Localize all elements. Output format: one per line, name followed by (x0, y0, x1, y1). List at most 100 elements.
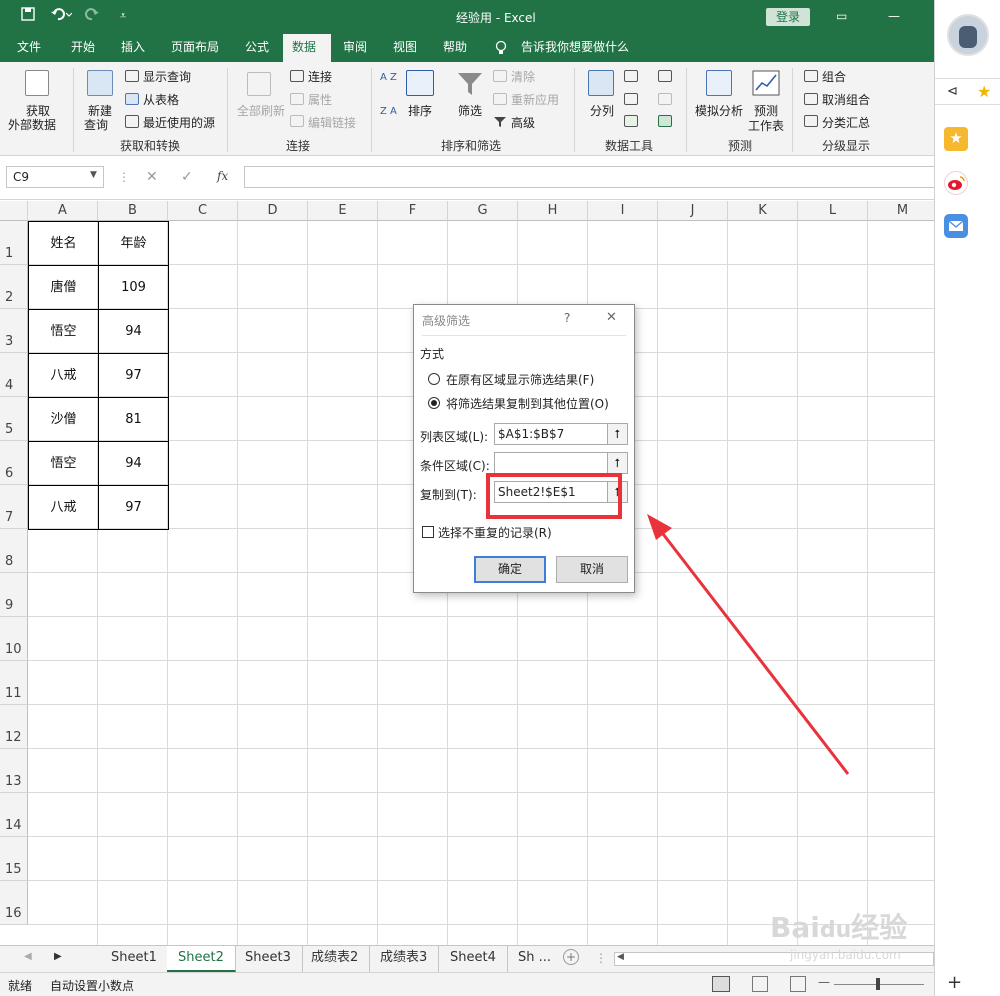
what-if-analysis-button[interactable]: 模拟分析 (695, 102, 743, 119)
sheet-tab-sheet1[interactable]: Sheet1 (100, 946, 169, 972)
edit-links-button[interactable]: 编辑链接 (308, 114, 356, 131)
favorites-star-icon[interactable]: ★ (977, 82, 991, 101)
flash-fill-icon[interactable] (624, 70, 638, 82)
avatar[interactable] (947, 14, 989, 56)
table-header-cell[interactable]: 年龄 (98, 221, 169, 266)
formula-input[interactable] (244, 166, 934, 188)
filter-button[interactable]: 筛选 (458, 102, 482, 119)
show-queries-button[interactable]: 显示查询 (143, 68, 191, 85)
sheet-tab-more[interactable]: Sh ... (507, 946, 562, 972)
list-range-input[interactable]: $A$1:$B$7 (494, 423, 608, 445)
column-header[interactable]: G (448, 201, 518, 221)
from-table-button[interactable]: 从表格 (143, 91, 179, 108)
column-header[interactable]: K (728, 201, 798, 221)
column-header[interactable]: D (238, 201, 308, 221)
page-layout-view-icon[interactable] (752, 976, 768, 992)
scroll-left-icon[interactable]: ◀ (617, 952, 624, 962)
table-header-cell[interactable]: 姓名 (28, 221, 99, 266)
clear-filter-button[interactable]: 清除 (511, 68, 535, 85)
remove-duplicates-icon[interactable] (624, 93, 638, 105)
sheet-tab-score2[interactable]: 成绩表2 (300, 946, 371, 972)
row-header[interactable]: 5 (0, 397, 28, 441)
row-header[interactable]: 3 (0, 309, 28, 353)
row-header[interactable]: 6 (0, 441, 28, 485)
sheet-tab-sheet4[interactable]: Sheet4 (439, 946, 508, 972)
column-header[interactable]: I (588, 201, 658, 221)
table-cell[interactable]: 97 (98, 485, 169, 530)
table-cell[interactable]: 97 (98, 353, 169, 398)
sheet-tab-sheet2[interactable]: Sheet2 (167, 946, 236, 972)
row-header[interactable]: 13 (0, 749, 28, 793)
row-header[interactable]: 7 (0, 485, 28, 529)
weibo-icon[interactable] (944, 171, 968, 195)
properties-button[interactable]: 属性 (308, 91, 332, 108)
save-icon[interactable] (20, 6, 36, 26)
table-cell[interactable]: 沙僧 (28, 397, 99, 442)
table-cell[interactable]: 悟空 (28, 309, 99, 354)
column-header[interactable]: M (868, 201, 934, 221)
page-break-view-icon[interactable] (790, 976, 806, 992)
table-cell[interactable]: 109 (98, 265, 169, 310)
tab-review[interactable]: 审阅 (334, 34, 376, 62)
tell-me-search[interactable]: 告诉我你想要做什么 (512, 34, 638, 62)
row-header[interactable]: 9 (0, 573, 28, 617)
tab-insert[interactable]: 插入 (112, 34, 154, 62)
zoom-out-icon[interactable]: — (818, 975, 830, 989)
data-model-icon[interactable] (658, 115, 672, 127)
sheet-tab-score3[interactable]: 成绩表3 (369, 946, 440, 972)
column-header[interactable]: A (28, 201, 98, 221)
table-cell[interactable]: 94 (98, 309, 169, 354)
undo-icon[interactable] (50, 6, 73, 26)
collapse-sidebar-icon[interactable]: ⊲ (947, 84, 958, 99)
bookmark-star-icon[interactable]: ★ (944, 127, 968, 151)
tab-file[interactable]: 文件 (8, 34, 50, 62)
row-header[interactable]: 1 (0, 221, 28, 265)
tab-formulas[interactable]: 公式 (236, 34, 278, 62)
add-sheet-icon[interactable]: + (563, 949, 579, 965)
criteria-range-input[interactable] (494, 452, 608, 474)
table-cell[interactable]: 94 (98, 441, 169, 486)
unique-records-checkbox[interactable] (422, 526, 434, 538)
column-header[interactable]: J (658, 201, 728, 221)
select-all-corner[interactable] (0, 201, 28, 221)
column-header[interactable]: H (518, 201, 588, 221)
column-header[interactable]: C (168, 201, 238, 221)
data-validation-icon[interactable] (624, 115, 638, 127)
row-header[interactable]: 8 (0, 529, 28, 573)
radio-filter-in-place[interactable] (428, 373, 440, 385)
unique-records-label[interactable]: 选择不重复的记录(R) (438, 524, 552, 541)
name-box-dropdown-icon[interactable]: ▼ (90, 170, 97, 180)
row-header[interactable]: 12 (0, 705, 28, 749)
row-header[interactable]: 14 (0, 793, 28, 837)
row-header[interactable]: 11 (0, 661, 28, 705)
ribbon-display-icon[interactable]: ▭ (836, 9, 847, 23)
selected-cell[interactable] (167, 572, 238, 617)
column-header[interactable]: L (798, 201, 868, 221)
criteria-range-picker-icon[interactable]: ⭡ (608, 452, 628, 474)
advanced-filter-button[interactable]: 高级 (511, 114, 535, 131)
relationships-icon[interactable] (658, 93, 672, 105)
zoom-slider-thumb[interactable] (876, 978, 880, 990)
login-button[interactable]: 登录 (766, 8, 810, 26)
text-to-columns-button[interactable]: 分列 (590, 102, 614, 119)
consolidate-icon[interactable] (658, 70, 672, 82)
cancel-icon[interactable]: ✕ (146, 169, 158, 185)
table-cell[interactable]: 八戒 (28, 353, 99, 398)
option-filter-in-place-label[interactable]: 在原有区域显示筛选结果(F) (446, 371, 594, 388)
group-button[interactable]: 组合 (822, 68, 846, 85)
row-header[interactable]: 16 (0, 881, 28, 925)
column-header[interactable]: E (308, 201, 378, 221)
normal-view-icon[interactable] (712, 976, 730, 992)
row-header[interactable]: 4 (0, 353, 28, 397)
tab-data[interactable]: 数据 (283, 34, 331, 62)
connections-button[interactable]: 连接 (308, 68, 332, 85)
tab-home[interactable]: 开始 (62, 34, 104, 62)
reapply-button[interactable]: 重新应用 (511, 91, 559, 108)
enter-icon[interactable]: ✓ (181, 169, 193, 185)
row-header[interactable]: 10 (0, 617, 28, 661)
table-cell[interactable]: 悟空 (28, 441, 99, 486)
sort-button[interactable]: 排序 (408, 102, 432, 119)
row-header[interactable]: 2 (0, 265, 28, 309)
mail-icon[interactable] (944, 214, 968, 238)
tab-page-layout[interactable]: 页面布局 (162, 34, 228, 62)
